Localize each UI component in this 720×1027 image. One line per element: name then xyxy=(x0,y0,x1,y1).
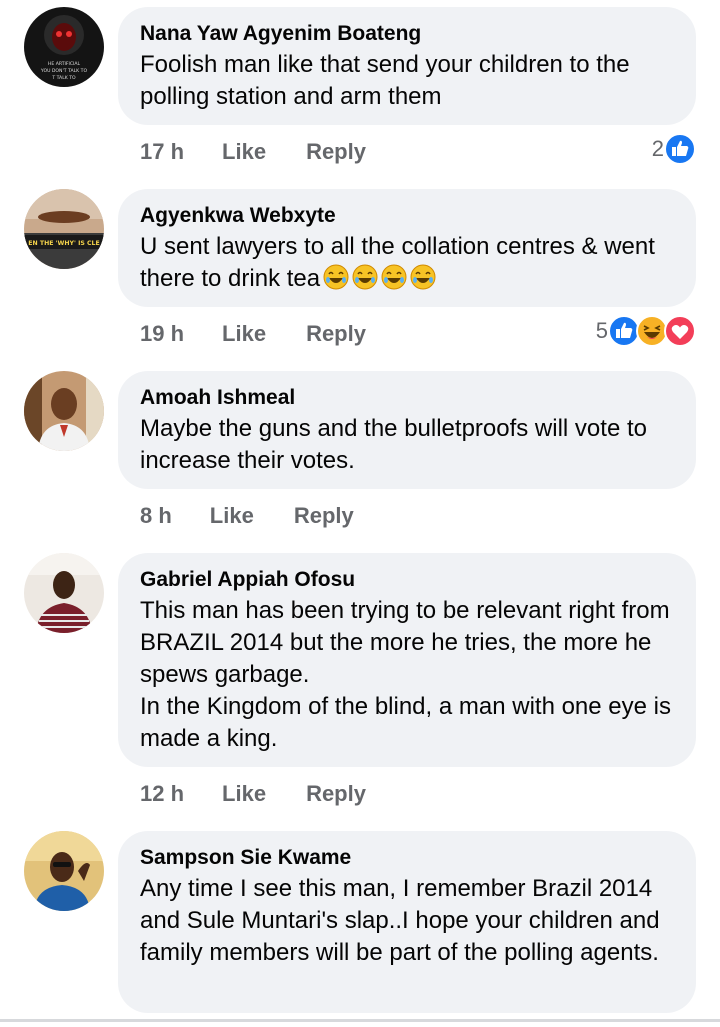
avatar-person-image xyxy=(24,553,104,633)
avatar-nana-yaw[interactable]: HE ARTIFICIAL YOU DON'T TALK TO T TALK T… xyxy=(24,7,104,87)
avatar-caption-3: T TALK TO xyxy=(51,75,76,81)
avatar-person-image xyxy=(24,371,104,451)
like-button[interactable]: Like xyxy=(210,503,254,529)
comment-actions: 12 h Like Reply xyxy=(140,779,366,809)
comment-text: Maybe the guns and the bulletproofs will… xyxy=(140,415,654,474)
like-button[interactable]: Like xyxy=(222,139,266,165)
comment-author[interactable]: Nana Yaw Agyenim Boateng xyxy=(140,21,674,47)
love-icon xyxy=(664,315,696,347)
comment-text-wrap: U sent lawyers to all the collation cent… xyxy=(140,231,674,295)
like-button[interactable]: Like xyxy=(222,321,266,347)
comment-bubble: Nana Yaw Agyenim Boateng Foolish man lik… xyxy=(118,7,696,125)
reply-button[interactable]: Reply xyxy=(306,321,366,347)
laughing-emoji xyxy=(323,264,349,290)
like-icon xyxy=(664,133,696,165)
comment-actions: 8 h Like Reply xyxy=(140,501,354,531)
comment-author[interactable]: Sampson Sie Kwame xyxy=(140,845,674,871)
avatar-sampson[interactable] xyxy=(24,831,104,911)
reaction-summary[interactable]: 2 xyxy=(652,132,696,166)
comment-author[interactable]: Agyenkwa Webxyte xyxy=(140,203,674,229)
comment-timestamp[interactable]: 17 h xyxy=(140,139,184,165)
avatar-dark-image: HE ARTIFICIAL YOU DON'T TALK TO T TALK T… xyxy=(24,7,104,87)
avatar-caption-1: HE ARTIFICIAL xyxy=(48,61,81,67)
laughing-emoji xyxy=(381,264,407,290)
comment-bubble: Gabriel Appiah Ofosu This man has been t… xyxy=(118,553,696,767)
comment-timestamp[interactable]: 12 h xyxy=(140,781,184,807)
comment-text: Any time I see this man, I remember Braz… xyxy=(140,875,667,966)
divider xyxy=(0,1019,720,1022)
reaction-summary[interactable]: 5 xyxy=(596,314,696,348)
reply-button[interactable]: Reply xyxy=(306,139,366,165)
comment-text: Foolish man like that send your children… xyxy=(140,51,637,110)
comment-bubble: Sampson Sie Kwame Any time I see this ma… xyxy=(118,831,696,1013)
laughing-emoji xyxy=(410,264,436,290)
comment-actions: 17 h Like Reply xyxy=(140,137,366,167)
comment-text: This man has been trying to be relevant … xyxy=(140,597,671,752)
avatar-caption: EN THE 'WHY' IS CLE xyxy=(28,240,99,247)
comment-author[interactable]: Gabriel Appiah Ofosu xyxy=(140,567,674,593)
reply-button[interactable]: Reply xyxy=(306,781,366,807)
comment-author[interactable]: Amoah Ishmeal xyxy=(140,385,674,411)
reply-button[interactable]: Reply xyxy=(294,503,354,529)
comment-bubble: Amoah Ishmeal Maybe the guns and the bul… xyxy=(118,371,696,489)
avatar-workout-image: EN THE 'WHY' IS CLE xyxy=(24,189,104,269)
comment-bubble: Agyenkwa Webxyte U sent lawyers to all t… xyxy=(118,189,696,307)
avatar-caption-2: YOU DON'T TALK TO xyxy=(40,68,88,74)
avatar-amoah[interactable] xyxy=(24,371,104,451)
comment-actions: 19 h Like Reply xyxy=(140,319,366,349)
avatar-agyenkwa[interactable]: EN THE 'WHY' IS CLE xyxy=(24,189,104,269)
comment-timestamp[interactable]: 19 h xyxy=(140,321,184,347)
comment-timestamp[interactable]: 8 h xyxy=(140,503,172,529)
laughing-emoji xyxy=(352,264,378,290)
like-button[interactable]: Like xyxy=(222,781,266,807)
avatar-gabriel[interactable] xyxy=(24,553,104,633)
avatar-person-image xyxy=(24,831,104,911)
reaction-count: 5 xyxy=(595,318,608,343)
reaction-count: 2 xyxy=(651,136,664,161)
